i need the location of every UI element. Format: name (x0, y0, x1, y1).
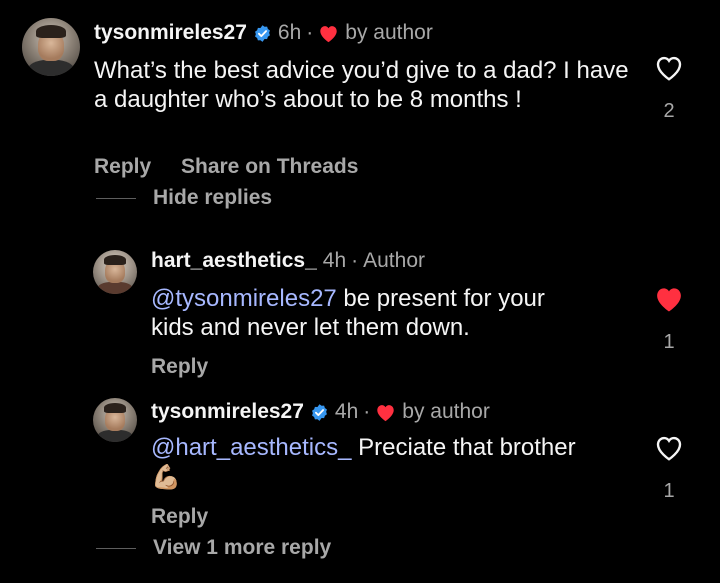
separator: · (306, 21, 314, 44)
like-count: 2 (663, 100, 675, 122)
comment-text-line: be present for your (336, 285, 545, 312)
comment-text-line: Preciate that brother (351, 434, 576, 461)
comment-header: tysonmireles27 6h · by author (94, 21, 433, 45)
mention-link[interactable]: @tysonmireles27 (151, 285, 337, 312)
timestamp: 6h (277, 21, 302, 44)
liked-by-author-label: by author (345, 21, 433, 44)
comment-text: What’s the best advice you’d give to a d… (94, 57, 629, 113)
avatar[interactable] (93, 398, 137, 442)
timestamp: 4h (334, 400, 359, 423)
username[interactable]: tysonmireles27 (151, 400, 304, 424)
username[interactable]: hart_aesthetics_ (151, 249, 317, 273)
heart-filled-icon (320, 25, 337, 42)
comment-text: @hart_aesthetics_ Preciate that brother … (151, 433, 631, 492)
verified-badge-icon (311, 403, 327, 421)
heart-outline-icon[interactable] (654, 434, 684, 462)
mention-link[interactable]: @hart_aesthetics_ (151, 434, 351, 461)
thread-divider (96, 548, 136, 549)
share-on-threads-button[interactable]: Share on Threads (181, 155, 358, 179)
comment-text: @tysonmireles27 be present for your kids… (151, 284, 631, 342)
comment-header: hart_aesthetics_ 4h · Author (151, 249, 425, 273)
hide-replies-button[interactable]: Hide replies (153, 186, 272, 210)
comment-text-line: kids and never let them down. (151, 314, 470, 341)
separator: · (363, 400, 371, 423)
timestamp: 4h (322, 249, 347, 272)
reply-button[interactable]: Reply (94, 155, 151, 179)
avatar[interactable] (93, 250, 137, 294)
heart-outline-icon[interactable] (654, 54, 684, 82)
flexed-biceps-emoji: 💪🏼 (151, 464, 181, 492)
username[interactable]: tysonmireles27 (94, 21, 247, 45)
verified-badge-icon (254, 24, 270, 42)
reply-button[interactable]: Reply (151, 355, 208, 379)
liked-by-author-label: by author (402, 400, 490, 423)
author-tag: Author (363, 249, 425, 272)
heart-filled-icon[interactable] (654, 285, 684, 313)
avatar[interactable] (22, 18, 80, 76)
like-count: 1 (663, 480, 675, 502)
thread-divider (96, 198, 136, 199)
comment-header: tysonmireles27 4h · by author (151, 400, 490, 424)
separator: · (351, 249, 359, 272)
heart-filled-icon (377, 404, 394, 421)
reply-button[interactable]: Reply (151, 505, 208, 529)
view-more-replies-button[interactable]: View 1 more reply (153, 536, 331, 560)
like-count: 1 (663, 331, 675, 353)
